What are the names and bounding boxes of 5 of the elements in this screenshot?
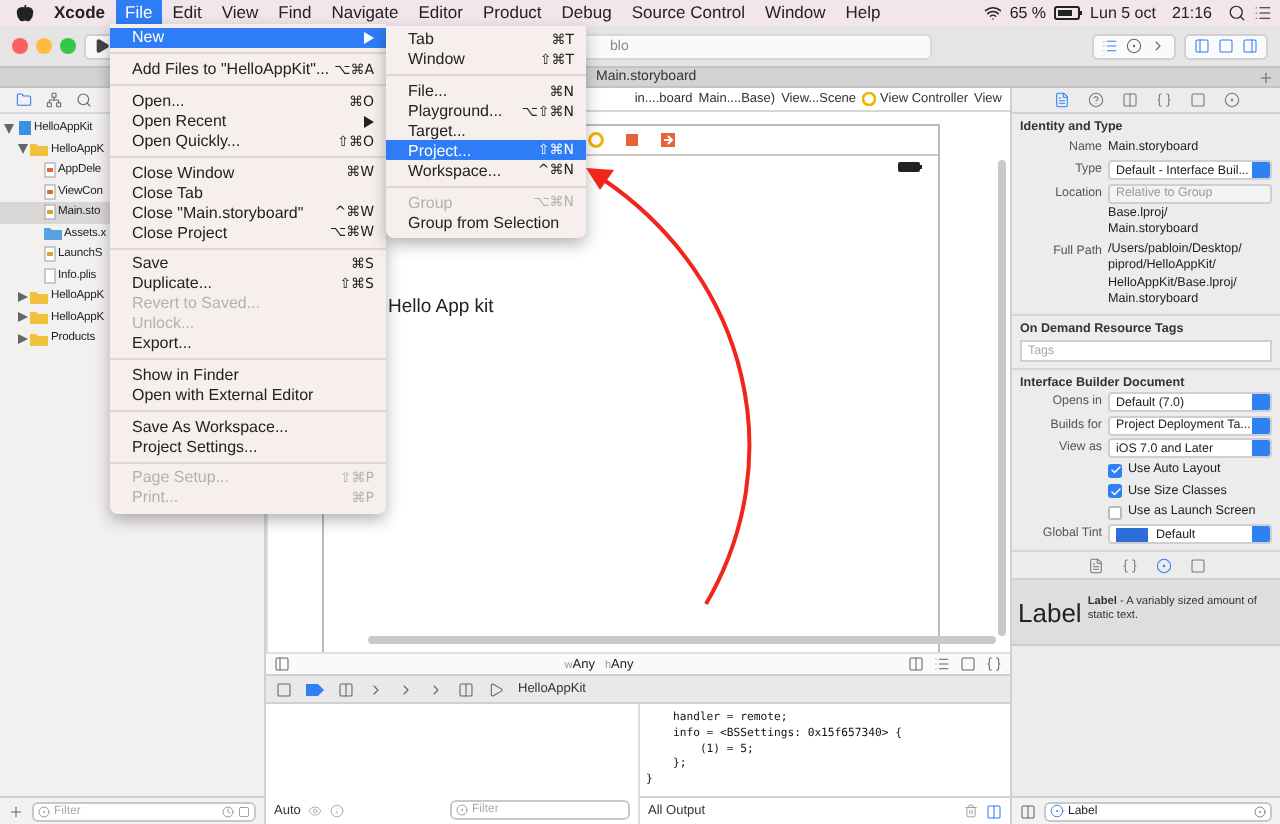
clock-text: 21:16	[1171, 4, 1212, 22]
label-preview: Label	[1018, 597, 1082, 628]
hello-label: Hello App kit	[388, 296, 494, 318]
battery-percent: 65 %	[1009, 4, 1047, 22]
date-text: Lun 5 oct	[1090, 4, 1156, 22]
